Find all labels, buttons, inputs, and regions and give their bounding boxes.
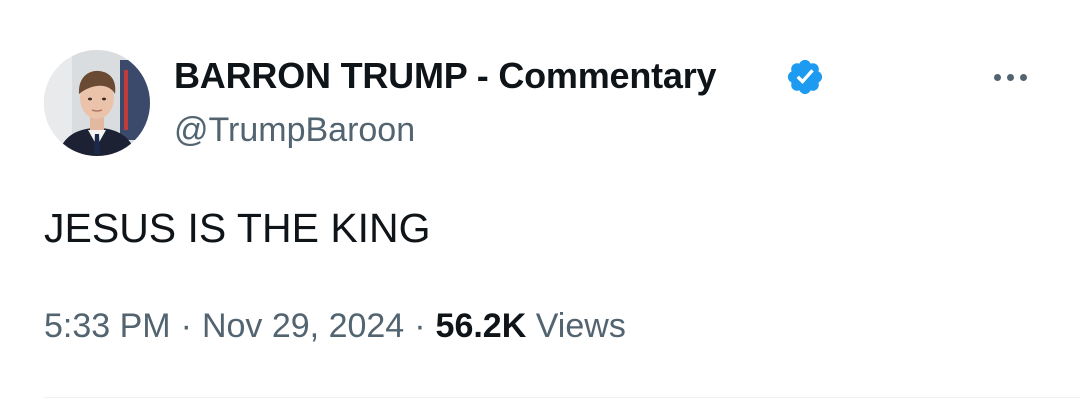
more-dot-icon xyxy=(1006,73,1014,81)
views-label: Views xyxy=(535,307,626,345)
avatar-photo-icon xyxy=(44,50,150,156)
author-handle[interactable]: @TrumpBaroon xyxy=(174,110,415,150)
author-display-name[interactable]: BARRON TRUMP - Commentary xyxy=(174,56,717,96)
tweet-text: JESUS IS THE KING xyxy=(44,205,431,251)
more-dot-icon xyxy=(993,73,1001,81)
tweet-card: BARRON TRUMP - Commentary @TrumpBaroon J… xyxy=(0,0,1080,419)
views-count[interactable]: 56.2K xyxy=(436,307,527,345)
meta-separator: · xyxy=(414,307,426,345)
tweet-meta: 5:33 PM · Nov 29, 2024 · 56.2K Views xyxy=(44,306,626,346)
avatar[interactable] xyxy=(44,50,150,156)
tweet-time[interactable]: 5:33 PM xyxy=(44,307,171,345)
meta-separator: · xyxy=(180,307,192,345)
divider xyxy=(44,397,1080,398)
more-dot-icon xyxy=(1019,73,1027,81)
more-options-button[interactable] xyxy=(988,62,1032,92)
tweet-date[interactable]: Nov 29, 2024 xyxy=(202,307,404,345)
verified-badge-icon xyxy=(787,59,823,95)
